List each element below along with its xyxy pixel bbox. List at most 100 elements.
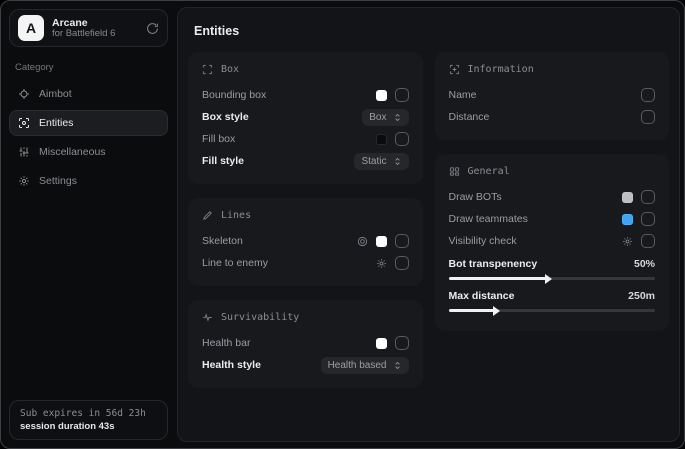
pencil-icon [202, 210, 213, 221]
options-gear-icon[interactable] [357, 236, 368, 247]
main-panel: Entities Box Bounding box [177, 7, 680, 442]
max-distance-slider-group: Max distance 250m [449, 287, 656, 312]
setting-label: Skeleton [202, 235, 243, 247]
setting-label: Name [449, 89, 477, 101]
setting-label: Bounding box [202, 89, 266, 101]
sidebar-item-entities[interactable]: Entities [9, 110, 168, 136]
sliders-icon [18, 146, 30, 158]
health-bar-checkbox[interactable] [395, 336, 409, 350]
setting-row-skeleton: Skeleton [202, 230, 409, 252]
grid-icon [449, 166, 460, 177]
distance-checkbox[interactable] [641, 110, 655, 124]
color-swatch[interactable] [376, 134, 387, 145]
app-header-card: A Arcane for Battlefield 6 [9, 9, 168, 47]
setting-label: Distance [449, 111, 490, 123]
setting-label: Line to enemy [202, 257, 268, 269]
setting-row-distance: Distance [449, 106, 656, 128]
setting-label: Draw BOTs [449, 191, 502, 203]
setting-label: Health bar [202, 337, 250, 349]
slider-value: 50% [634, 258, 655, 270]
left-column: Box Bounding box Box style Box [188, 52, 423, 388]
line-to-enemy-checkbox[interactable] [395, 256, 409, 270]
app-subtitle: for Battlefield 6 [52, 29, 138, 40]
sidebar-item-label: Aimbot [39, 88, 72, 100]
general-card: General Draw BOTs Draw teammates [435, 154, 670, 331]
sidebar-item-settings[interactable]: Settings [9, 168, 168, 194]
box-style-select[interactable]: Box [362, 109, 408, 126]
section-title: Survivability [221, 312, 299, 323]
app-name: Arcane [52, 17, 138, 29]
setting-label: Draw teammates [449, 213, 528, 225]
slider-thumb[interactable] [545, 274, 552, 284]
section-title: Box [221, 64, 239, 75]
setting-label: Max distance [449, 290, 515, 302]
sidebar-nav: Aimbot Entities Miscellaneous Settings [9, 81, 168, 194]
refresh-icon[interactable] [146, 22, 159, 35]
setting-label: Fill style [202, 155, 244, 167]
visibility-check-checkbox[interactable] [641, 234, 655, 248]
color-swatch[interactable] [622, 214, 633, 225]
color-swatch[interactable] [376, 338, 387, 349]
sidebar: A Arcane for Battlefield 6 Category Aimb… [1, 1, 176, 448]
crosshair-icon [18, 88, 30, 100]
setting-row-fill-style: Fill style Static [202, 150, 409, 172]
select-value: Static [361, 156, 386, 167]
right-column: Information Name Distance [435, 52, 670, 388]
app-logo: A [18, 15, 44, 41]
section-title: Information [468, 64, 534, 75]
setting-row-health-bar: Health bar [202, 332, 409, 354]
info-scan-icon [449, 64, 460, 75]
setting-label: Fill box [202, 133, 235, 145]
bounding-box-checkbox[interactable] [395, 88, 409, 102]
sidebar-item-miscellaneous[interactable]: Miscellaneous [9, 139, 168, 165]
chevron-updown-icon [393, 113, 402, 122]
setting-row-health-style: Health style Health based [202, 354, 409, 376]
sub-expiry: Sub expires in 56d 23h [20, 408, 157, 419]
information-card: Information Name Distance [435, 52, 670, 140]
slider-value: 250m [628, 290, 655, 302]
chevron-updown-icon [393, 157, 402, 166]
subscription-info: Sub expires in 56d 23h session duration … [9, 400, 168, 440]
name-checkbox[interactable] [641, 88, 655, 102]
draw-teammates-checkbox[interactable] [641, 212, 655, 226]
color-swatch[interactable] [376, 236, 387, 247]
max-distance-slider[interactable] [449, 309, 656, 312]
setting-row-fill-box: Fill box [202, 128, 409, 150]
setting-row-box-style: Box style Box [202, 106, 409, 128]
entities-icon [18, 117, 30, 129]
sidebar-item-aimbot[interactable]: Aimbot [9, 81, 168, 107]
box-icon [202, 64, 213, 75]
setting-row-draw-teammates: Draw teammates [449, 208, 656, 230]
setting-row-name: Name [449, 84, 656, 106]
health-style-select[interactable]: Health based [321, 357, 409, 374]
skeleton-checkbox[interactable] [395, 234, 409, 248]
draw-bots-checkbox[interactable] [641, 190, 655, 204]
slider-thumb[interactable] [493, 306, 500, 316]
chevron-updown-icon [393, 361, 402, 370]
section-title: General [468, 166, 510, 177]
box-card: Box Bounding box Box style Box [188, 52, 423, 184]
health-icon [202, 312, 213, 323]
setting-row-visibility-check: Visibility check [449, 230, 656, 252]
bot-transparency-slider-group: Bot transpenency 50% [449, 255, 656, 280]
options-gear-icon[interactable] [622, 236, 633, 247]
fill-box-checkbox[interactable] [395, 132, 409, 146]
fill-style-select[interactable]: Static [354, 153, 408, 170]
setting-label: Box style [202, 111, 249, 123]
color-swatch[interactable] [622, 192, 633, 203]
color-swatch[interactable] [376, 90, 387, 101]
sidebar-item-label: Settings [39, 175, 77, 187]
app-window: A Arcane for Battlefield 6 Category Aimb… [0, 0, 685, 449]
select-value: Health based [328, 360, 387, 371]
setting-label: Visibility check [449, 235, 517, 247]
setting-row-bounding-box: Bounding box [202, 84, 409, 106]
gear-icon [18, 175, 30, 187]
sidebar-item-label: Entities [39, 117, 73, 129]
setting-label: Bot transpenency [449, 258, 538, 270]
setting-row-draw-bots: Draw BOTs [449, 186, 656, 208]
bot-transparency-slider[interactable] [449, 277, 656, 280]
options-gear-icon[interactable] [376, 258, 387, 269]
survivability-card: Survivability Health bar Health style He… [188, 300, 423, 388]
lines-card: Lines Skeleton Line to enemy [188, 198, 423, 286]
page-title: Entities [194, 24, 669, 38]
